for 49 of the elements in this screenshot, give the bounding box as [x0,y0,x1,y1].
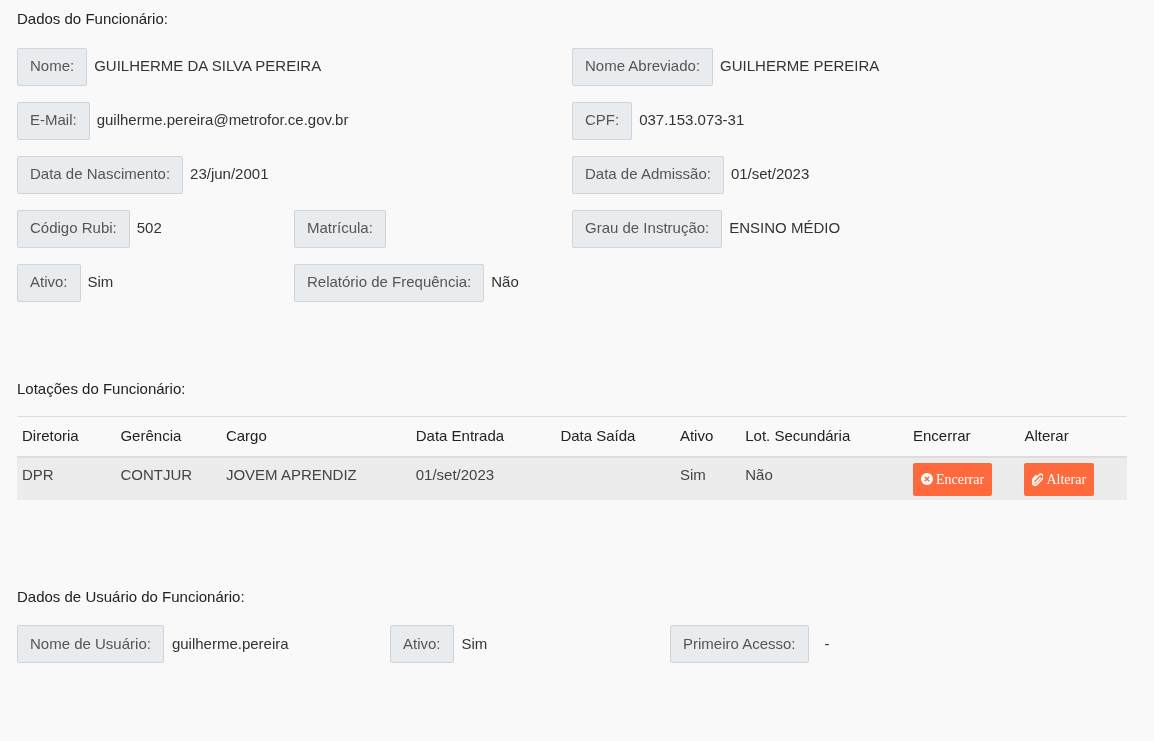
field-value: 23/jun/2001 [190,164,269,185]
field-value: 502 [136,218,162,239]
field-value: guilherme.pereira [171,633,289,654]
column-header: Diretoria [17,416,116,457]
field-label: Código Rubi: [17,209,130,248]
field-label: Grau de Instrução: [572,209,723,248]
close-button[interactable]: Encerrar [912,462,993,496]
field-label: Ativo: [390,625,454,663]
column-header: Lot. Secundária [740,416,908,457]
column-header: Data Saída [555,416,675,457]
field-label: Nome Abreviado: [572,47,714,86]
field-value: guilherme.pereira@metrofor.ce.gov.br [96,110,349,131]
field-value: GUILHERME DA SILVA PEREIRA [94,56,322,77]
close-icon [920,473,933,485]
field-label: Nome: [17,47,88,86]
table-cell: Sim [674,456,741,500]
field-label: Primeiro Acesso: [670,625,809,663]
field-label: Matrícula: [294,209,386,248]
column-header: Alterar [1019,416,1127,457]
field-value: GUILHERME PEREIRA [720,56,880,77]
table-cell: CONTJUR [115,456,221,500]
table-cell: JOVEM APRENDIZ [220,456,411,500]
table-cell: Não [740,456,908,500]
field-label: Data de Admissão: [572,155,724,194]
field-label: CPF: [572,101,633,140]
column-header: Encerrar [907,416,1020,457]
field-label: Relatório de Frequência: [294,263,485,302]
section-title: Lotações do Funcionário: [17,378,186,399]
field-value: 01/set/2023 [730,164,810,185]
field-value: Sim [87,272,114,293]
column-header: Data Entrada [410,416,556,457]
column-header: Ativo [674,416,741,457]
section-title: Dados do Funcionário: [17,9,168,29]
field-value: Sim [461,633,488,654]
column-header: Cargo [220,416,411,457]
paperclip-icon [1032,472,1044,486]
field-label: Ativo: [17,263,81,302]
field-value: Não [491,272,519,293]
column-header: Gerência [115,416,221,457]
table-cell: DPR [17,456,116,500]
edit-button[interactable]: Alterar [1024,462,1095,496]
field-label: Nome de Usuário: [17,625,164,663]
field-label: Data de Nascimento: [17,155,184,194]
field-value: 037.153.073-31 [639,110,745,131]
section-title: Dados de Usuário do Funcionário: [17,586,245,607]
table-cell: 01/set/2023 [410,456,556,500]
field-value: ENSINO MÉDIO [729,218,841,239]
field-label: E-Mail: [17,101,90,140]
field-value: - [824,633,830,654]
